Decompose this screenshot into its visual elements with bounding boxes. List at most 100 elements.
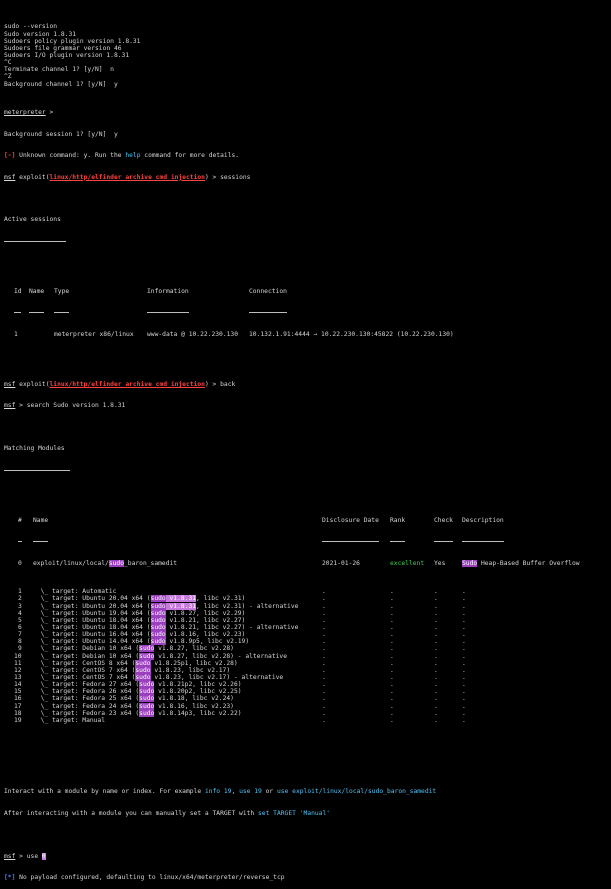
target-row[interactable]: 11 \_ target: CentOS 8 x64 (sudo v1.8.25… — [4, 659, 607, 667]
version-highlight: v1.8.31 — [165, 595, 197, 603]
empty-cell-dot: . — [434, 624, 438, 632]
hint-text: Interact with a module by name or index.… — [4, 788, 205, 796]
target-list: 1 \_ target: Automatic.... 2 \_ target: U… — [4, 588, 607, 724]
target-row[interactable]: 6 \_ target: Ubuntu 18.04 x64 (sudo v1.8… — [4, 624, 607, 632]
target-text: v1.8.21p2, libc v2.26) — [154, 681, 242, 689]
empty-cell-dot: . — [434, 695, 438, 703]
empty-cell-dot: . — [434, 638, 438, 646]
empty-cell-dot: . — [322, 609, 326, 617]
target-text: v1.8.25p1, libc v2.28) — [150, 659, 238, 667]
target-row[interactable]: 7 \_ target: Ubuntu 16.04 x64 (sudo v1.8… — [4, 631, 607, 639]
target-row[interactable]: 12 \_ target: CentOS 7 x64 (sudo v1.8.23… — [4, 666, 607, 674]
empty-cell-dot: . — [462, 609, 466, 617]
target-text: v1.8.21, libc v2.27) — [165, 616, 246, 624]
target-row[interactable]: 10 \_ target: Debian 10 x64 (sudo v1.8.2… — [4, 652, 607, 660]
meterpreter-prompt-line: meterpreter > — [4, 109, 607, 116]
target-row[interactable]: 15 \_ target: Fedora 26 x64 (sudo v1.8.2… — [4, 688, 607, 696]
meterpreter-prompt: meterpreter — [4, 109, 46, 117]
target-number: 18 — [14, 709, 22, 717]
search-highlight: sudo — [150, 638, 166, 646]
empty-cell-dot: . — [390, 652, 394, 660]
module-check: Yes — [434, 559, 446, 567]
target-text: \_ target: Debian 10 x64 ( — [33, 645, 140, 653]
terminal-output[interactable]: sudo --version Sudo version 1.8.31 Sudoers… — [4, 2, 607, 889]
search-highlight: sudo — [150, 631, 166, 639]
empty-cell-dot: . — [390, 588, 394, 596]
col-check: Check — [434, 516, 453, 524]
empty-cell-dot: . — [434, 681, 438, 689]
col-name: Name — [29, 287, 45, 295]
use-argument: 0 — [41, 852, 46, 860]
target-row[interactable]: 19 \_ target: Manual.... — [4, 717, 607, 724]
target-text: \_ target: CentOS 7 x64 ( — [33, 666, 136, 674]
target-row[interactable]: 4 \_ target: Ubuntu 19.04 x64 (sudo v1.8… — [4, 609, 607, 617]
empty-cell-dot: . — [390, 674, 394, 682]
col-information: Information — [147, 287, 189, 295]
empty-cell-dot: . — [322, 716, 326, 724]
target-row[interactable]: 8 \_ target: Ubuntu 14.04 x64 (sudo v1.8… — [4, 638, 607, 646]
target-hint-line: After interacting with a module you can … — [4, 810, 607, 817]
exploit-word: exploit( — [15, 380, 50, 388]
back-command: > back — [208, 380, 236, 388]
empty-cell-dot: . — [322, 702, 326, 710]
version-output-line: ^Z — [4, 73, 12, 81]
target-row[interactable]: 16 \_ target: Fedora 25 x64 (sudo v1.8.1… — [4, 695, 607, 703]
use-command-line[interactable]: msf > use 0 — [4, 852, 607, 860]
target-row[interactable]: 9 \_ target: Debian 10 x64 (sudo v1.8.27… — [4, 645, 607, 653]
search-highlight: sudo — [139, 695, 155, 703]
empty-cell-dot: . — [390, 716, 394, 724]
module-description: Sudo Heap-Based Buffer Overflow — [462, 559, 580, 567]
modules-header-underline — [4, 538, 607, 545]
empty-cell-dot: . — [462, 695, 466, 703]
version-output-line: Background channel 1? [y/N] y — [4, 80, 118, 88]
target-text: \_ target: Automatic — [33, 588, 117, 596]
interact-hint-line: Interact with a module by name or index.… — [4, 788, 607, 795]
target-row[interactable]: 18 \_ target: Fedora 23 x64 (sudo v1.8.1… — [4, 709, 607, 717]
empty-cell-dot: . — [322, 624, 326, 632]
target-row[interactable]: 17 \_ target: Fedora 24 x64 (sudo v1.8.1… — [4, 702, 607, 710]
empty-cell-dot: . — [322, 652, 326, 660]
payload-info-line: [*] No payload configured, defaulting to… — [4, 874, 607, 881]
empty-cell-dot: . — [390, 602, 394, 610]
empty-cell-dot: . — [462, 674, 466, 682]
target-name: \_ target: CentOS 7 x64 (sudo v1.8.23, l… — [33, 674, 283, 682]
empty-cell-dot: . — [434, 616, 438, 624]
target-row[interactable]: 5 \_ target: Ubuntu 18.04 x64 (sudo v1.8… — [4, 616, 607, 624]
hint-text: After interacting with a module you can … — [4, 809, 259, 817]
target-row[interactable]: 13 \_ target: CentOS 7 x64 (sudo v1.8.23… — [4, 674, 607, 682]
version-output-line: sudo --version — [4, 23, 58, 31]
target-number: 9 — [18, 645, 22, 653]
module-row-0[interactable]: 0 exploit/linux/local/sudo_baron_samedit… — [4, 559, 607, 567]
session-row[interactable]: 1 meterpreter x86/linux www-data @ 10.22… — [4, 331, 607, 338]
target-row[interactable]: 14 \_ target: Fedora 27 x64 (sudo v1.8.2… — [4, 681, 607, 689]
use-19-link: use 19 — [239, 788, 262, 796]
target-row[interactable]: 1 \_ target: Automatic.... — [4, 588, 607, 595]
prompt-arrow: > — [45, 109, 54, 117]
empty-cell-dot: . — [462, 681, 466, 689]
empty-cell-dot: . — [462, 659, 466, 667]
sessions-header-row: Id Name Type Information Connection — [4, 288, 607, 295]
target-row[interactable]: 3 \_ target: Ubuntu 20.04 x64 (sudo v1.8… — [4, 602, 607, 610]
empty-cell-dot: . — [434, 602, 438, 610]
use-module-link: use exploit/linux/local/sudo_baron_samed… — [277, 788, 437, 796]
target-name: \_ target: Ubuntu 19.04 x64 (sudo v1.8.2… — [33, 609, 245, 617]
target-number: 7 — [18, 631, 22, 639]
empty-cell-dot: . — [390, 688, 394, 696]
target-name: \_ target: Ubuntu 20.04 x64 (sudo v1.8.3… — [33, 595, 245, 603]
target-number: 2 — [18, 595, 22, 603]
empty-cell-dot: . — [322, 645, 326, 653]
empty-cell-dot: . — [390, 666, 394, 674]
session-id: 1 — [14, 330, 18, 338]
target-number: 16 — [14, 695, 22, 703]
target-text: v1.8.20p2, libc v2.25) — [154, 688, 242, 696]
empty-cell-dot: . — [390, 659, 394, 667]
empty-cell-dot: . — [462, 631, 466, 639]
target-row[interactable]: 2 \_ target: Ubuntu 20.04 x64 (sudo v1.8… — [4, 595, 607, 603]
sessions-header-underline — [4, 309, 607, 316]
version-output-line: Sudoers policy plugin version 1.8.31 — [4, 37, 141, 45]
empty-cell-dot: . — [462, 702, 466, 710]
target-number: 12 — [14, 666, 22, 674]
target-name: \_ target: Ubuntu 18.04 x64 (sudo v1.8.2… — [33, 616, 246, 624]
back-command-line: msf exploit(linux/http/elfinder_archive_… — [4, 381, 607, 388]
version-output-line: Sudo version 1.8.31 — [4, 30, 77, 38]
